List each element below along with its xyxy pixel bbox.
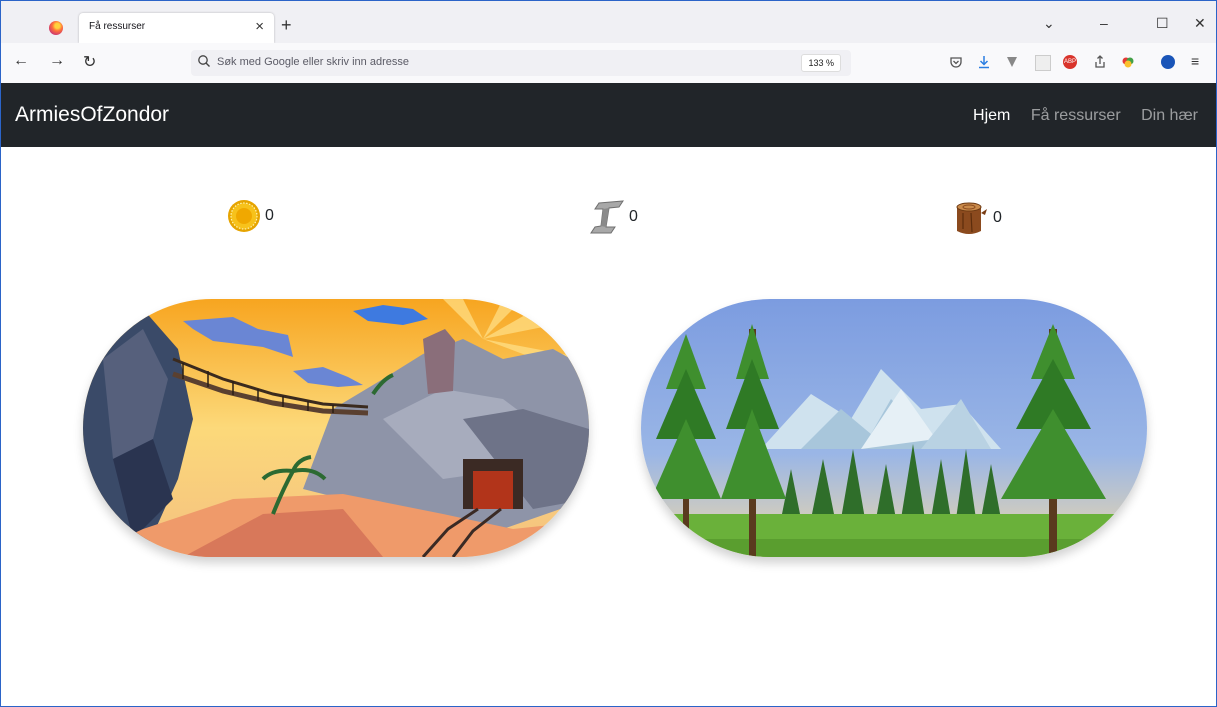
vpn-icon[interactable]	[1005, 55, 1019, 69]
gold-coin-icon	[228, 200, 260, 232]
resource-gold: 0	[227, 199, 274, 233]
mine-scene-image	[83, 299, 589, 557]
pocket-icon[interactable]	[949, 55, 963, 69]
maximize-icon[interactable]: ☐	[1156, 15, 1169, 32]
wood-log-icon	[956, 202, 987, 234]
zoom-indicator[interactable]: 133 %	[801, 54, 841, 72]
iron-beam-icon	[590, 200, 624, 234]
adblock-icon[interactable]: ABP	[1063, 55, 1077, 69]
resource-wood: 0	[953, 199, 1002, 237]
nav-link-din-haer[interactable]: Din hær	[1141, 107, 1198, 124]
extension-icon[interactable]	[1035, 55, 1051, 71]
browser-window: Få ressurser × + ⌄ – ☐ ✕ ← → ↻ Søk med G…	[0, 0, 1217, 707]
nav-link-fa-ressurser[interactable]: Få ressurser	[1031, 107, 1121, 124]
tab-title: Få ressurser	[89, 21, 146, 32]
forest-card[interactable]	[641, 299, 1147, 557]
account-icon[interactable]	[1161, 55, 1175, 69]
wood-value: 0	[993, 209, 1002, 226]
share-icon[interactable]	[1093, 55, 1107, 69]
tab-close-icon[interactable]: ×	[255, 18, 264, 35]
url-bar[interactable]: Søk med Google eller skriv inn adresse 1…	[191, 50, 851, 76]
tab-strip: Få ressurser × + ⌄ – ☐ ✕	[1, 1, 1216, 43]
browser-tab[interactable]: Få ressurser ×	[79, 13, 274, 43]
forest-scene-image	[641, 299, 1147, 557]
list-all-tabs-icon[interactable]: ⌄	[1043, 15, 1055, 32]
menu-icon[interactable]: ≡	[1191, 53, 1199, 69]
nav-links: Hjem Få ressurser Din hær	[957, 107, 1198, 125]
browser-toolbar: ← → ↻ Søk med Google eller skriv inn adr…	[1, 43, 1216, 84]
iron-value: 0	[629, 208, 638, 225]
nav-link-hjem[interactable]: Hjem	[973, 107, 1010, 124]
back-icon[interactable]: ←	[13, 52, 29, 70]
reload-icon[interactable]: ↻	[83, 52, 96, 72]
search-icon	[198, 55, 210, 67]
gold-value: 0	[265, 207, 274, 224]
minimize-icon[interactable]: –	[1100, 15, 1108, 31]
mine-card[interactable]	[83, 299, 589, 557]
download-icon[interactable]	[977, 55, 991, 69]
brand-logo[interactable]: ArmiesOfZondor	[15, 103, 169, 127]
colorful-extension-icon[interactable]	[1121, 55, 1135, 69]
app-navbar: ArmiesOfZondor Hjem Få ressurser Din hær	[1, 83, 1216, 147]
forward-icon[interactable]: →	[49, 52, 65, 70]
new-tab-button[interactable]: +	[281, 15, 292, 36]
close-window-icon[interactable]: ✕	[1194, 15, 1206, 32]
url-placeholder: Søk med Google eller skriv inn adresse	[217, 56, 409, 68]
firefox-icon[interactable]	[49, 21, 63, 35]
resource-iron: 0	[589, 199, 638, 235]
